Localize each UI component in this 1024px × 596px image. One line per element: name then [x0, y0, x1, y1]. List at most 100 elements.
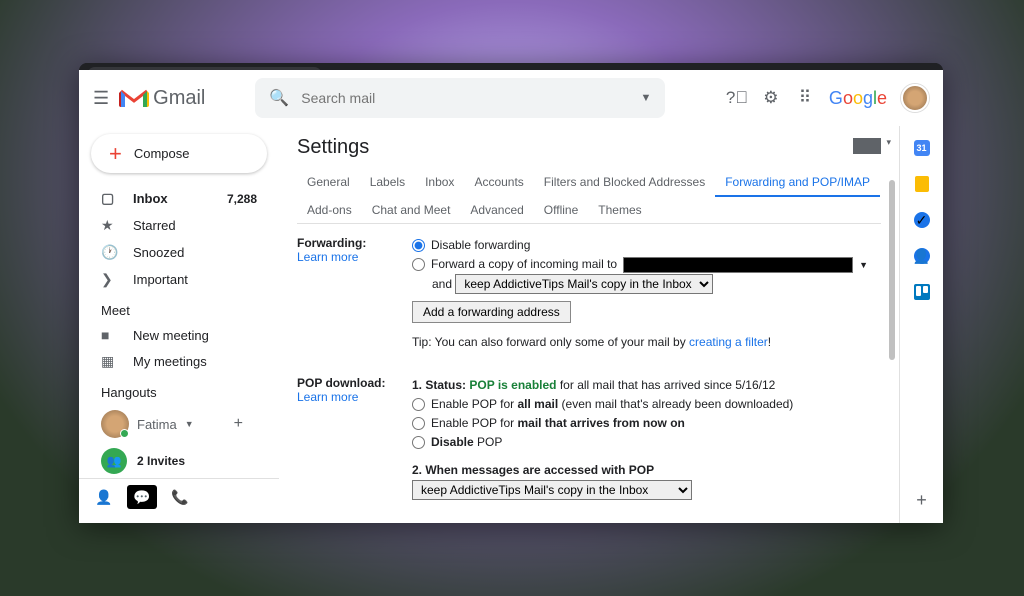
radio-pop-now[interactable] [412, 417, 425, 430]
creating-filter-link[interactable]: creating a filter [689, 335, 768, 349]
tab-forwarding[interactable]: Forwarding and POP/IMAP [715, 169, 880, 197]
search-input[interactable] [301, 90, 628, 106]
google-logo: Google [829, 88, 887, 109]
invites-icon: 👥 [101, 448, 127, 474]
chevron-down-icon[interactable]: ▼ [185, 419, 194, 429]
camera-icon: ■ [101, 327, 119, 343]
pop-action-select[interactable]: keep AddictiveTips Mail's copy in the In… [412, 480, 692, 500]
nav-label: Snoozed [133, 245, 184, 260]
compose-button[interactable]: + Compose [91, 134, 267, 173]
search-options-icon[interactable]: ▼ [640, 92, 651, 104]
hangouts-section-header: Hangouts [79, 375, 279, 404]
nav-label: My meetings [133, 354, 207, 369]
sidebar-item-my-meetings[interactable]: ▦ My meetings [79, 348, 279, 375]
pop-status-line: 1. Status: POP is enabled for all mail t… [412, 376, 881, 395]
sidebar-item-snoozed[interactable]: 🕐 Snoozed [79, 239, 279, 266]
inbox-icon: ▢ [101, 190, 119, 207]
invites-row[interactable]: 👥 2 Invites [79, 444, 279, 478]
pop-section: POP download: Learn more 1. Status: POP … [297, 364, 881, 512]
sidebar-item-new-meeting[interactable]: ■ New meeting [79, 322, 279, 348]
keep-addon-icon[interactable] [915, 176, 929, 192]
meet-section-header: Meet [79, 293, 279, 322]
gmail-text: Gmail [153, 87, 205, 110]
settings-tabs: General Labels Inbox Accounts Filters an… [297, 169, 881, 224]
invites-label: 2 Invites [137, 454, 185, 468]
pop-q2-label: 2. When messages are accessed with POP [412, 463, 654, 477]
tab-chat[interactable]: Chat and Meet [362, 197, 461, 223]
tab-offline[interactable]: Offline [534, 197, 588, 223]
pop-now-on-option[interactable]: Enable POP for mail that arrives from no… [412, 414, 881, 433]
nav-label: New meeting [133, 328, 209, 343]
account-avatar[interactable] [901, 84, 929, 112]
pop-label: POP download: [297, 376, 385, 390]
scrollbar[interactable] [889, 180, 895, 360]
clock-icon: 🕐 [101, 244, 119, 261]
calendar-addon-icon[interactable]: 31 [914, 140, 930, 156]
learn-more-link[interactable]: Learn more [297, 250, 412, 264]
tab-labels[interactable]: Labels [360, 169, 415, 197]
phone-tab-icon[interactable]: 📞 [165, 485, 195, 509]
settings-gear-icon[interactable]: ⚙ [761, 88, 781, 108]
side-panel: 31 ✓ 👤 + [899, 126, 943, 523]
trello-addon-icon[interactable] [914, 284, 930, 300]
tab-advanced[interactable]: Advanced [460, 197, 533, 223]
learn-more-link[interactable]: Learn more [297, 390, 412, 404]
search-box[interactable]: 🔍 ▼ [255, 78, 665, 118]
sidebar-item-inbox[interactable]: ▢ Inbox 7,288 [79, 185, 279, 212]
forwarding-body: Disable forwarding Forward a copy of inc… [412, 236, 881, 352]
disable-forwarding-option[interactable]: Disable forwarding [412, 236, 881, 255]
section-label: Forwarding: Learn more [297, 236, 412, 352]
gmail-logo[interactable]: Gmail [119, 87, 205, 110]
nav-label: Starred [133, 218, 176, 233]
add-forwarding-address-button[interactable]: Add a forwarding address [412, 301, 571, 323]
contacts-tab-icon[interactable]: 👤 [89, 485, 119, 509]
chat-tab-icon[interactable]: 💬 [127, 485, 157, 509]
tab-inbox[interactable]: Inbox [415, 169, 464, 197]
section-label: POP download: Learn more [297, 376, 412, 500]
tab-accounts[interactable]: Accounts [464, 169, 533, 197]
inbox-count: 7,288 [227, 192, 257, 206]
support-icon[interactable]: ?⃝ [727, 88, 747, 108]
gmail-m-icon [119, 87, 149, 109]
contacts-addon-icon[interactable]: 👤 [914, 248, 930, 264]
forwarding-tip: Tip: You can also forward only some of y… [412, 333, 881, 352]
hangouts-username: Fatima [137, 417, 177, 432]
star-icon: ★ [101, 217, 119, 234]
radio-pop-all[interactable] [412, 398, 425, 411]
pop-all-mail-option[interactable]: Enable POP for all mail (even mail that'… [412, 395, 881, 414]
hangouts-bottom-tabs: 👤 💬 📞 [79, 478, 279, 515]
settings-panel: Settings General Labels Inbox Accounts F… [279, 126, 899, 523]
tasks-addon-icon[interactable]: ✓ [914, 212, 930, 228]
forward-keep-select[interactable]: keep AddictiveTips Mail's copy in the In… [455, 274, 713, 294]
pop-body: 1. Status: POP is enabled for all mail t… [412, 376, 881, 500]
sidebar-item-important[interactable]: ❯ Important [79, 266, 279, 293]
page-title: Settings [297, 136, 881, 159]
main-menu-icon[interactable]: ☰ [93, 88, 109, 109]
tab-general[interactable]: General [297, 169, 360, 197]
tab-filters[interactable]: Filters and Blocked Addresses [534, 169, 715, 197]
forwarding-label: Forwarding: [297, 236, 366, 250]
main-content: + Compose ▢ Inbox 7,288 ★ Starred 🕐 Snoo… [79, 126, 943, 523]
compose-label: Compose [134, 146, 190, 161]
forward-address-select[interactable] [623, 257, 853, 273]
tab-themes[interactable]: Themes [588, 197, 651, 223]
calendar-icon: ▦ [101, 353, 119, 370]
radio-pop-disable[interactable] [412, 436, 425, 449]
sidebar-item-starred[interactable]: ★ Starred [79, 212, 279, 239]
tab-addons[interactable]: Add-ons [297, 197, 362, 223]
search-icon: 🔍 [269, 88, 289, 108]
user-avatar [101, 410, 129, 438]
nav-label: Important [133, 272, 188, 287]
forward-copy-option[interactable]: Forward a copy of incoming mail to ▼ [412, 255, 881, 274]
pop-disable-option[interactable]: Disable POP [412, 433, 881, 452]
forwarding-section: Forwarding: Learn more Disable forwardin… [297, 224, 881, 364]
status-dot [120, 429, 129, 438]
radio-disable-forwarding[interactable] [412, 239, 425, 252]
radio-forward-copy[interactable] [412, 258, 425, 271]
apps-grid-icon[interactable]: ⠿ [795, 88, 815, 108]
hangouts-user-row[interactable]: Fatima ▼ + [79, 404, 279, 444]
gmail-header: ☰ Gmail 🔍 ▼ ?⃝ ⚙ ⠿ Google [79, 70, 943, 126]
get-addons-icon[interactable]: + [913, 491, 931, 509]
new-chat-icon[interactable]: + [234, 415, 243, 433]
input-tool-toggle[interactable] [853, 138, 881, 154]
